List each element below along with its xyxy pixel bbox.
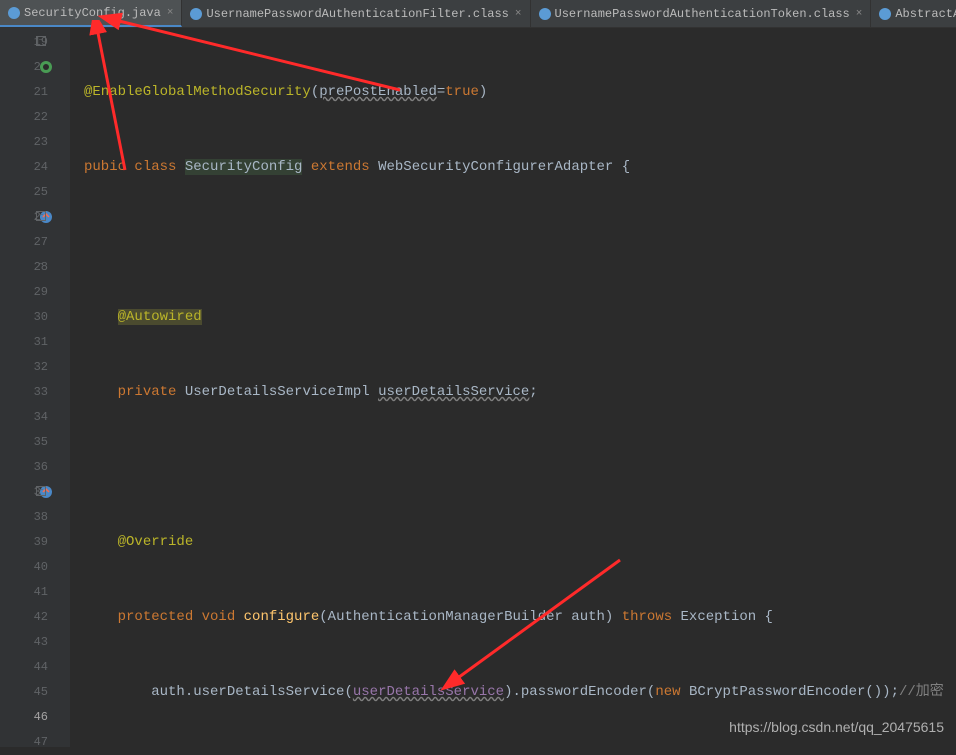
line-number: 44 xyxy=(0,655,48,680)
tab-label: UsernamePasswordAuthenticationFilter.cla… xyxy=(206,7,508,21)
code-area[interactable]: @EnableGlobalMethodSecurity(prePostEnabl… xyxy=(70,28,956,747)
line-number: 35 xyxy=(0,430,48,455)
line-number: 43 xyxy=(0,630,48,655)
tab-label: SecurityConfig.java xyxy=(24,6,161,20)
line-number: 34 xyxy=(0,405,48,430)
tab-bar: SecurityConfig.java × UsernamePasswordAu… xyxy=(0,0,956,28)
line-number: 47 xyxy=(0,730,48,755)
line-number: 37 − xyxy=(0,480,48,505)
fold-icon[interactable]: − xyxy=(36,486,46,496)
code-line: protected void configure(AuthenticationM… xyxy=(70,605,956,630)
line-number: 45 xyxy=(0,680,48,705)
class-icon xyxy=(190,8,202,20)
line-number: 36 xyxy=(0,455,48,480)
class-icon xyxy=(8,7,20,19)
line-number: 30 xyxy=(0,305,48,330)
code-line: @Autowired xyxy=(70,305,956,330)
line-number: 23 xyxy=(0,130,48,155)
code-line xyxy=(70,230,956,255)
fold-icon[interactable]: − xyxy=(36,211,46,221)
code-line: @Override xyxy=(70,530,956,555)
watermark: https://blog.csdn.net/qq_20475615 xyxy=(729,719,944,735)
line-number: 22 xyxy=(0,105,48,130)
tab-label: AbstractAuthenticationPr xyxy=(895,7,956,21)
tab-auth-token[interactable]: UsernamePasswordAuthenticationToken.clas… xyxy=(531,0,872,27)
line-number: 28⌐ xyxy=(0,255,48,280)
code-line: private UserDetailsServiceImpl userDetai… xyxy=(70,380,956,405)
line-number: 29 xyxy=(0,280,48,305)
class-icon xyxy=(539,8,551,20)
line-number: 33 xyxy=(0,380,48,405)
line-number: 31 xyxy=(0,330,48,355)
code-line: auth.userDetailsService(userDetailsServi… xyxy=(70,680,956,705)
line-number: 41 xyxy=(0,580,48,605)
close-icon[interactable]: × xyxy=(513,8,524,20)
line-number: 24 xyxy=(0,155,48,180)
line-number: 32 xyxy=(0,355,48,380)
tab-security-config[interactable]: SecurityConfig.java × xyxy=(0,0,182,27)
line-number: 39 xyxy=(0,530,48,555)
class-icon xyxy=(879,8,891,20)
code-line xyxy=(70,455,956,480)
fold-end-icon[interactable]: ⌐ xyxy=(36,261,46,271)
fold-icon[interactable]: − xyxy=(36,36,46,46)
close-icon[interactable]: × xyxy=(854,8,865,20)
line-number: 25 xyxy=(0,180,48,205)
line-number: 38 xyxy=(0,505,48,530)
code-line: pubic class SecurityConfig extends WebSe… xyxy=(70,155,956,180)
code-line: @EnableGlobalMethodSecurity(prePostEnabl… xyxy=(70,80,956,105)
line-number: 26 − xyxy=(0,205,48,230)
tab-auth-filter[interactable]: UsernamePasswordAuthenticationFilter.cla… xyxy=(182,0,530,27)
line-number: 27 xyxy=(0,230,48,255)
line-number: 40 xyxy=(0,555,48,580)
gutter-icon xyxy=(38,59,54,75)
tab-label: UsernamePasswordAuthenticationToken.clas… xyxy=(555,7,850,21)
editor: 19− 20 21 22 23 24 25 26 − 27 28⌐ 29 30 … xyxy=(0,28,956,747)
line-number: 42 xyxy=(0,605,48,630)
line-number: 21 xyxy=(0,80,48,105)
line-number: 46 xyxy=(0,705,48,730)
line-number: 20 xyxy=(0,55,48,80)
line-number: 19− xyxy=(0,30,48,55)
close-icon[interactable]: × xyxy=(165,7,176,19)
gutter: 19− 20 21 22 23 24 25 26 − 27 28⌐ 29 30 … xyxy=(0,28,70,747)
tab-abstract-auth[interactable]: AbstractAuthenticationPr xyxy=(871,0,956,27)
